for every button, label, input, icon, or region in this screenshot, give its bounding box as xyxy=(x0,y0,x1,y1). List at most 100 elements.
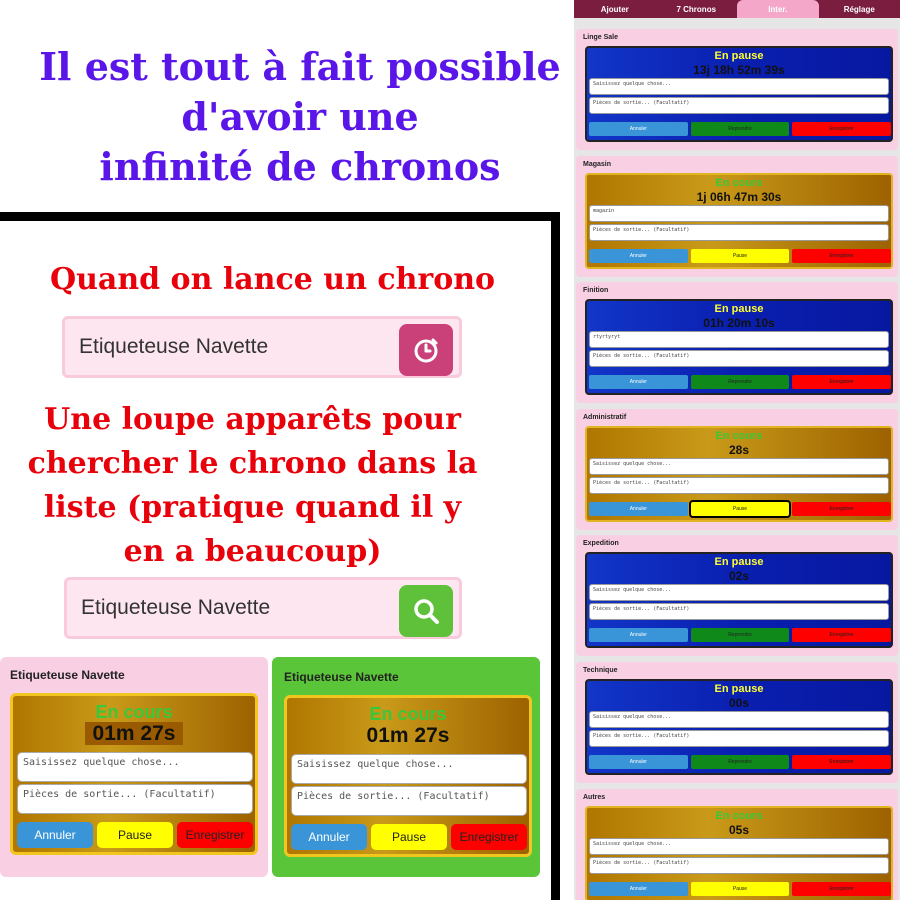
headline-line-3: infinité de chronos xyxy=(99,144,501,189)
cancel-button[interactable]: Annuler xyxy=(589,628,688,642)
status-label: En pause xyxy=(714,683,764,695)
card-title: Autres xyxy=(583,794,606,801)
save-button[interactable]: Enregistrer xyxy=(451,824,527,850)
output-parts-field[interactable]: Pièces de sortie... (Facultatif) xyxy=(589,350,889,367)
output-parts-field[interactable]: Pièces de sortie... (Facultatif) xyxy=(589,97,889,114)
output-parts-field[interactable]: Pièces de sortie... (Facultatif) xyxy=(589,477,889,494)
chrono-input-value: Etiqueteuse Navette xyxy=(79,335,269,358)
tab-inter[interactable]: Inter. xyxy=(737,0,819,18)
card-title: Administratif xyxy=(583,414,627,421)
elapsed-time: 28s xyxy=(728,443,750,457)
resume-button[interactable]: Reprendre xyxy=(690,375,790,389)
cancel-button[interactable]: Annuler xyxy=(589,122,688,136)
card-title: Technique xyxy=(583,667,618,674)
note-field[interactable]: rtyrtyryt xyxy=(589,331,889,348)
note-field[interactable]: Saisissez quelque chose... xyxy=(589,711,889,728)
chrono-panel-running: En cours 01m 27s Saisissez quelque chose… xyxy=(10,693,258,855)
cancel-button[interactable]: Annuler xyxy=(589,882,688,896)
timer-icon xyxy=(414,338,438,363)
tab-ajouter[interactable]: Ajouter xyxy=(574,0,656,18)
action-buttons: Annuler Pause Enregistrer xyxy=(589,249,892,263)
elapsed-time: 02s xyxy=(728,569,750,583)
chrono-panel: En cours 1j 06h 47m 30s magazin Pièces d… xyxy=(585,173,893,269)
tab-chronos[interactable]: 7 Chronos xyxy=(656,0,738,18)
save-button[interactable]: Enregistrer xyxy=(792,375,892,389)
cancel-button[interactable]: Annuler xyxy=(291,824,367,850)
search-input[interactable]: Etiqueteuse Navette xyxy=(64,577,462,639)
save-button[interactable]: Enregistrer xyxy=(177,822,253,848)
start-chrono-button[interactable] xyxy=(399,324,453,376)
chrono-card-highlighted: Etiqueteuse Navette En cours 01m 27s Sai… xyxy=(272,657,540,877)
tab-reglage[interactable]: Réglage xyxy=(819,0,900,18)
search-caption-line-4: en a beaucoup) xyxy=(123,534,382,569)
cancel-button[interactable]: Annuler xyxy=(589,375,688,389)
headline: Il est tout à fait possible d'avoir une … xyxy=(0,42,600,192)
chrono-card: Finition En pause 01h 20m 10s rtyrtyryt … xyxy=(576,282,898,403)
save-button[interactable]: Enregistrer xyxy=(792,628,892,642)
cancel-button[interactable]: Annuler xyxy=(589,755,688,769)
pause-button[interactable]: Pause xyxy=(688,500,792,518)
chrono-input[interactable]: Etiqueteuse Navette xyxy=(62,316,462,378)
search-button[interactable] xyxy=(399,585,453,637)
headline-line-1: Il est tout à fait possible xyxy=(39,44,561,89)
mobile-screen: Ajouter 7 Chronos Inter. Réglage Linge S… xyxy=(574,0,900,900)
card-title: Etiqueteuse Navette xyxy=(10,668,125,682)
status-label: En cours xyxy=(369,704,447,724)
cancel-button[interactable]: Annuler xyxy=(589,249,688,263)
note-field[interactable]: Saisissez quelque chose... xyxy=(589,838,889,855)
note-field[interactable]: Saisissez quelque chose... xyxy=(589,458,889,475)
chrono-card: Autres En cours 05s Saisissez quelque ch… xyxy=(576,789,898,900)
save-button[interactable]: Enregistrer xyxy=(792,882,892,896)
elapsed-time: 01m 27s xyxy=(366,724,450,747)
search-caption-line-3: liste (pratique quand il y xyxy=(43,490,462,525)
chrono-panel: En pause 13j 18h 52m 39s Saisissez quelq… xyxy=(585,46,893,142)
elapsed-time: 01h 20m 10s xyxy=(703,316,775,330)
note-field[interactable]: magazin xyxy=(589,205,889,222)
note-field[interactable]: Saisissez quelque chose... xyxy=(589,584,889,601)
action-buttons: Annuler Pause Enregistrer xyxy=(589,882,892,896)
save-button[interactable]: Enregistrer xyxy=(792,122,892,136)
card-title: Etiqueteuse Navette xyxy=(284,670,399,684)
save-button[interactable]: Enregistrer xyxy=(792,249,892,263)
output-parts-field[interactable]: Pièces de sortie... (Facultatif) xyxy=(291,786,527,816)
cancel-button[interactable]: Annuler xyxy=(589,502,688,516)
output-parts-field[interactable]: Pièces de sortie... (Facultatif) xyxy=(589,603,889,620)
note-field[interactable]: Saisissez quelque chose... xyxy=(589,78,889,95)
chrono-card: Administratif En cours 28s Saisissez que… xyxy=(576,409,898,530)
action-buttons: Annuler Reprendre Enregistrer xyxy=(589,628,892,642)
action-buttons: Annuler Pause Enregistrer xyxy=(291,824,527,850)
card-title: Finition xyxy=(583,287,609,294)
search-input-value: Etiqueteuse Navette xyxy=(81,596,271,619)
output-parts-field[interactable]: Pièces de sortie... (Facultatif) xyxy=(17,784,253,814)
elapsed-time: 13j 18h 52m 39s xyxy=(693,63,785,77)
chrono-card: Expedition En pause 02s Saisissez quelqu… xyxy=(576,535,898,656)
elapsed-time: 01m 27s xyxy=(84,722,184,745)
chrono-panel: En cours 05s Saisissez quelque chose... … xyxy=(585,806,893,900)
action-buttons: Annuler Reprendre Enregistrer xyxy=(589,755,892,769)
chrono-card: Technique En pause 00s Saisissez quelque… xyxy=(576,662,898,783)
save-button[interactable]: Enregistrer xyxy=(792,755,892,769)
resume-button[interactable]: Reprendre xyxy=(690,122,790,136)
chrono-card: Linge Sale En pause 13j 18h 52m 39s Sais… xyxy=(576,29,898,150)
output-parts-field[interactable]: Pièces de sortie... (Facultatif) xyxy=(589,730,889,747)
save-button[interactable]: Enregistrer xyxy=(792,502,892,516)
pause-button[interactable]: Pause xyxy=(690,882,790,896)
cancel-button[interactable]: Annuler xyxy=(17,822,93,848)
card-title: Linge Sale xyxy=(583,34,619,41)
search-caption-line-2: chercher le chrono dans la xyxy=(27,446,478,481)
note-field[interactable]: Saisissez quelque chose... xyxy=(291,754,527,784)
note-field[interactable]: Saisissez quelque chose... xyxy=(17,752,253,782)
launch-caption: Quand on lance un chrono xyxy=(49,262,496,297)
output-parts-field[interactable]: Pièces de sortie... (Facultatif) xyxy=(589,224,889,241)
status-label: En cours xyxy=(95,702,173,722)
output-parts-field[interactable]: Pièces de sortie... (Facultatif) xyxy=(589,857,889,874)
search-icon xyxy=(414,599,439,624)
resume-button[interactable]: Reprendre xyxy=(690,628,790,642)
pause-button[interactable]: Pause xyxy=(371,824,447,850)
elapsed-time: 1j 06h 47m 30s xyxy=(696,190,782,204)
chrono-card: Magasin En cours 1j 06h 47m 30s magazin … xyxy=(576,156,898,277)
pause-button[interactable]: Pause xyxy=(97,822,173,848)
status-label: En cours xyxy=(715,810,763,822)
pause-button[interactable]: Pause xyxy=(690,249,790,263)
resume-button[interactable]: Reprendre xyxy=(690,755,790,769)
